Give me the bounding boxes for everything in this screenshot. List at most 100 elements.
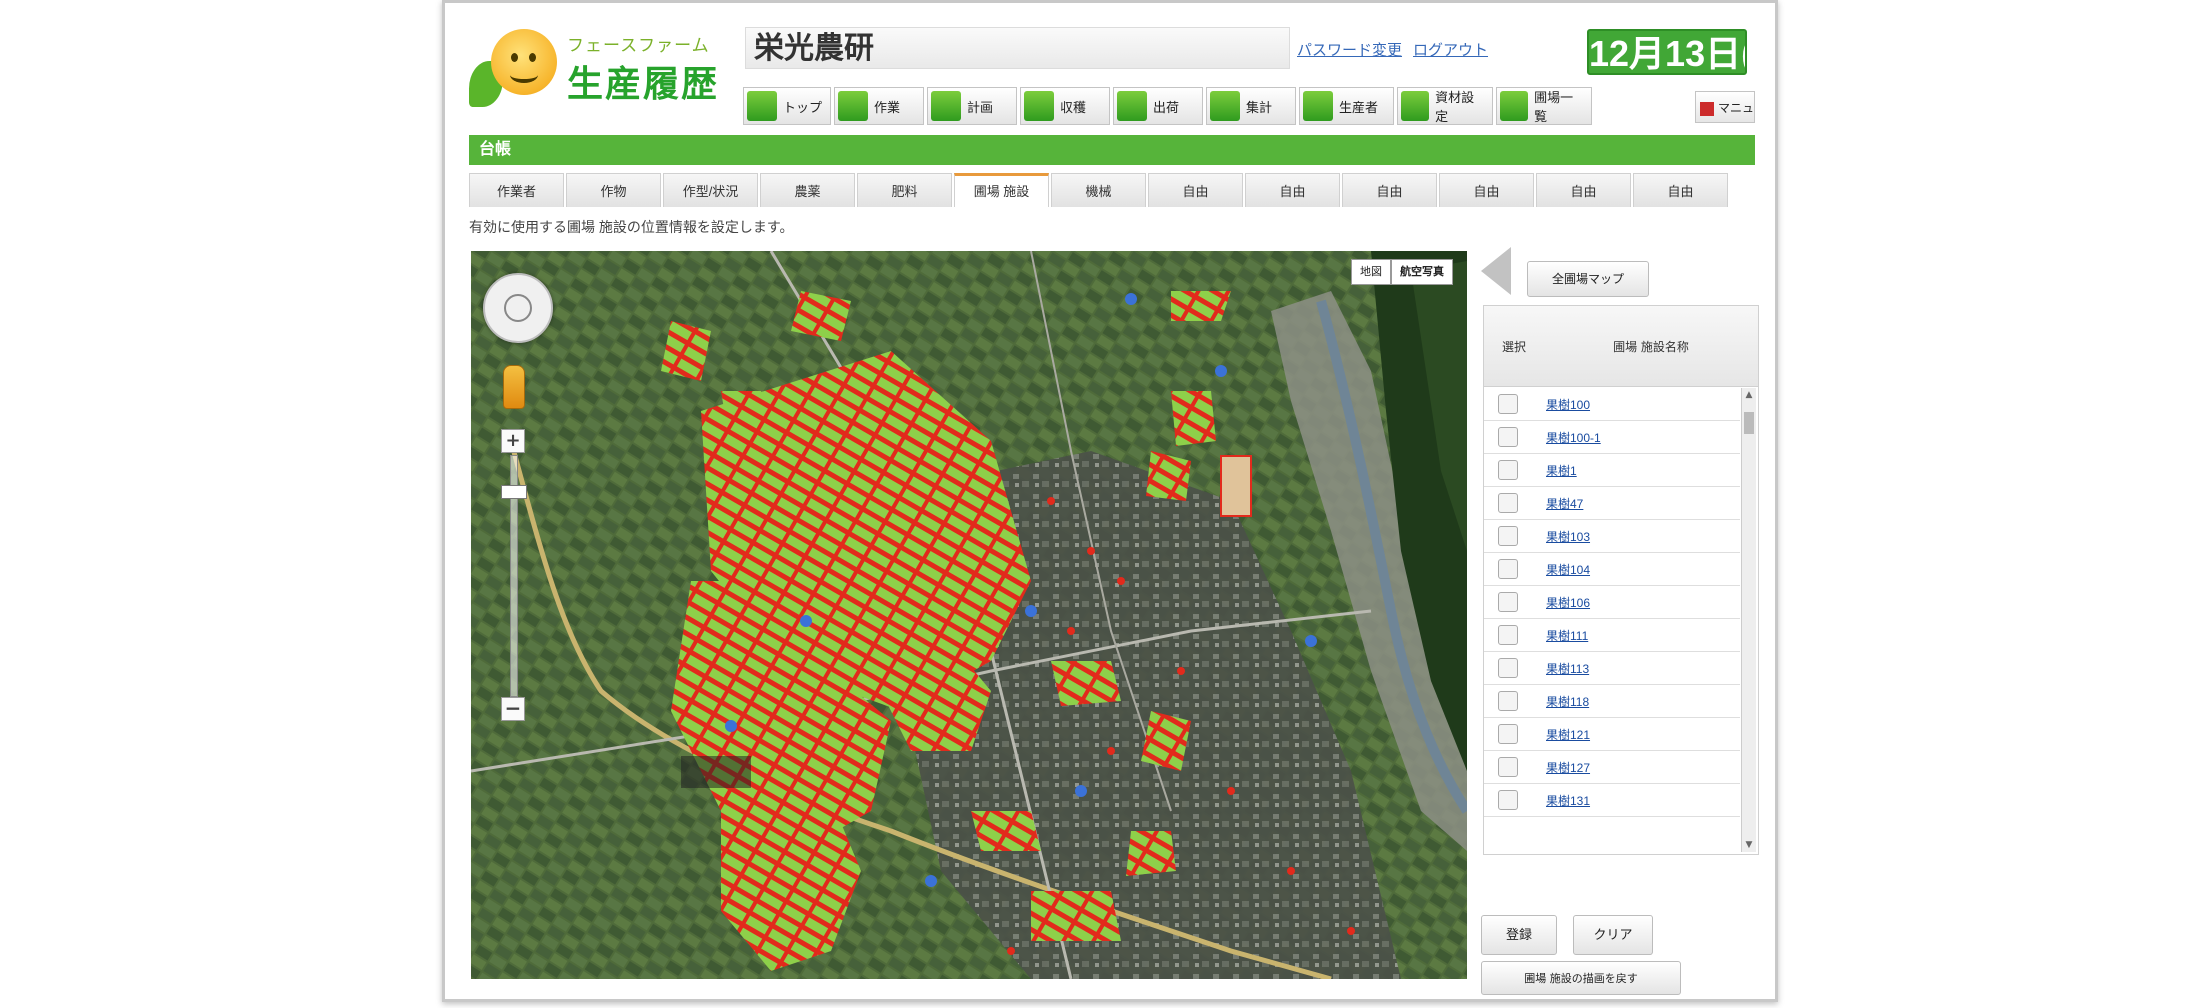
satellite-imagery: [471, 251, 1467, 979]
logout-link[interactable]: ログアウト: [1413, 39, 1488, 60]
main-nav: トップ 作業 計画 収穫 出荷 集計 生産者 資材設定 圃場一覧: [743, 87, 1592, 127]
nav-summary[interactable]: 集計: [1206, 87, 1296, 125]
nav-work[interactable]: 作業: [834, 87, 924, 125]
tab-fertilizers[interactable]: 肥料: [857, 173, 952, 207]
field-link[interactable]: 果樹103: [1546, 528, 1590, 545]
tab-free-3[interactable]: 自由: [1342, 173, 1437, 207]
row-checkbox[interactable]: [1498, 625, 1518, 645]
list-scrollbar[interactable]: ▲ ▼: [1741, 388, 1756, 852]
field-link[interactable]: 果樹100: [1546, 396, 1590, 413]
tab-free-2[interactable]: 自由: [1245, 173, 1340, 207]
field-link[interactable]: 果樹1: [1546, 462, 1577, 479]
app-window: フェースファーム 生産履歴 栄光農研 パスワード変更 ログアウト 12月13日(…: [442, 0, 1778, 1002]
tab-free-1[interactable]: 自由: [1148, 173, 1243, 207]
column-field-name: 圃場 施設名称: [1613, 339, 1689, 354]
field-link[interactable]: 果樹47: [1546, 495, 1583, 512]
scroll-thumb[interactable]: [1744, 412, 1754, 434]
nav-shipping[interactable]: 出荷: [1113, 87, 1203, 125]
row-checkbox[interactable]: [1498, 790, 1518, 810]
row-checkbox[interactable]: [1498, 757, 1518, 777]
materials-icon: [1401, 91, 1430, 121]
row-checkbox[interactable]: [1498, 493, 1518, 513]
field-link[interactable]: 果樹111: [1546, 627, 1588, 644]
nav-materials[interactable]: 資材設定: [1397, 87, 1493, 125]
tab-fields-facilities[interactable]: 圃場 施設: [954, 173, 1049, 207]
register-button[interactable]: 登録: [1481, 915, 1557, 955]
organization-name: 栄光農研: [745, 27, 1290, 69]
nav-label: 圃場一覧: [1534, 90, 1574, 124]
map-type-satellite[interactable]: 航空写真: [1391, 259, 1453, 285]
tab-free-4[interactable]: 自由: [1439, 173, 1534, 207]
nav-fields[interactable]: 圃場一覧: [1496, 87, 1592, 125]
field-link[interactable]: 果樹113: [1546, 660, 1589, 677]
nav-harvest[interactable]: 収穫: [1020, 87, 1110, 125]
nav-label: 資材設定: [1435, 90, 1475, 124]
section-title-bar: 台帳: [469, 135, 1755, 165]
row-checkbox[interactable]: [1498, 658, 1518, 678]
pan-control[interactable]: [483, 273, 553, 343]
password-change-link[interactable]: パスワード変更: [1297, 39, 1402, 60]
nav-plan[interactable]: 計画: [927, 87, 1017, 125]
field-link[interactable]: 果樹104: [1546, 561, 1590, 578]
row-checkbox[interactable]: [1498, 427, 1518, 447]
app-logo[interactable]: フェースファーム 生産履歴: [469, 25, 739, 113]
field-link[interactable]: 果樹118: [1546, 693, 1589, 710]
nav-label: 収穫: [1060, 99, 1087, 115]
row-checkbox[interactable]: [1498, 559, 1518, 579]
home-icon: [747, 91, 777, 121]
nav-label: 計画: [967, 99, 994, 115]
restore-drawing-button[interactable]: 圃場 施設の描画を戻す: [1481, 961, 1681, 995]
list-item: 果樹100-1: [1484, 421, 1740, 454]
manual-button[interactable]: マニュ: [1695, 91, 1755, 123]
list-item: 果樹47: [1484, 487, 1740, 520]
nav-top[interactable]: トップ: [743, 87, 831, 125]
tab-machinery[interactable]: 機械: [1051, 173, 1146, 207]
clear-button[interactable]: クリア: [1573, 915, 1653, 955]
scroll-down-icon[interactable]: ▼: [1742, 838, 1756, 852]
nav-label: 集計: [1246, 99, 1273, 115]
list-item: 果樹131: [1484, 784, 1740, 817]
logo-subtitle: フェースファーム: [567, 36, 710, 55]
field-link[interactable]: 果樹131: [1546, 792, 1590, 809]
row-checkbox[interactable]: [1498, 526, 1518, 546]
scroll-up-icon[interactable]: ▲: [1742, 388, 1756, 402]
row-checkbox[interactable]: [1498, 691, 1518, 711]
map-type-control: 地図 航空写真: [1351, 259, 1453, 285]
nav-producers[interactable]: 生産者: [1299, 87, 1394, 125]
field-list: 果樹100 果樹100-1 果樹1 果樹47 果樹103 果樹104 果樹106…: [1484, 388, 1740, 817]
users-icon: [1303, 91, 1333, 121]
list-item: 果樹104: [1484, 553, 1740, 586]
map-type-map[interactable]: 地図: [1351, 259, 1391, 285]
field-link[interactable]: 果樹121: [1546, 726, 1590, 743]
fields-icon: [1500, 91, 1529, 121]
zoom-slider-handle[interactable]: [501, 485, 527, 499]
book-icon: [838, 91, 868, 121]
date-display: 12月13日(金): [1587, 29, 1747, 75]
collapse-arrow-icon[interactable]: [1481, 247, 1511, 295]
row-checkbox[interactable]: [1498, 394, 1518, 414]
row-checkbox[interactable]: [1498, 592, 1518, 612]
row-checkbox[interactable]: [1498, 460, 1518, 480]
shipping-icon: [1117, 91, 1147, 121]
field-link[interactable]: 果樹106: [1546, 594, 1590, 611]
all-fields-map-button[interactable]: 全圃場マップ: [1527, 261, 1649, 297]
tab-cropping-type[interactable]: 作型/状況: [663, 173, 758, 207]
row-checkbox[interactable]: [1498, 724, 1518, 744]
field-link[interactable]: 果樹100-1: [1546, 429, 1601, 446]
sun-mascot-icon: [491, 29, 557, 95]
tab-free-6[interactable]: 自由: [1633, 173, 1728, 207]
tab-crops[interactable]: 作物: [566, 173, 661, 207]
tab-free-5[interactable]: 自由: [1536, 173, 1631, 207]
nav-label: 作業: [874, 99, 901, 115]
chart-icon: [1210, 91, 1240, 121]
field-link[interactable]: 果樹127: [1546, 759, 1590, 776]
satellite-map[interactable]: + − 地図 航空写真: [471, 251, 1467, 979]
tab-workers[interactable]: 作業者: [469, 173, 564, 207]
harvest-icon: [1024, 91, 1054, 121]
nav-label: 出荷: [1153, 99, 1180, 115]
page-description: 有効に使用する圃場 施設の位置情報を設定します。: [469, 219, 794, 235]
zoom-in-button[interactable]: +: [501, 429, 525, 453]
tab-pesticides[interactable]: 農薬: [760, 173, 855, 207]
zoom-out-button[interactable]: −: [501, 697, 525, 721]
pegman-icon[interactable]: [503, 365, 525, 409]
